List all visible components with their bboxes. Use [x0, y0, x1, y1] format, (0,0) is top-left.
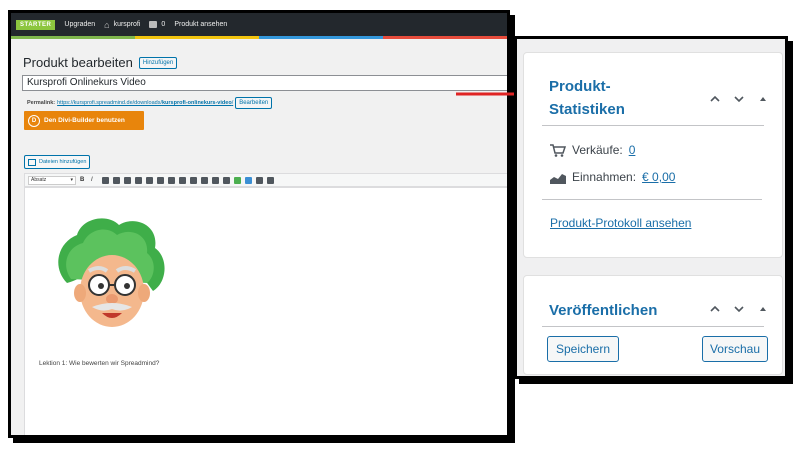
stats-divider-top [542, 125, 764, 126]
permalink-link[interactable]: https://kursprofi.spreadmind.de/download… [57, 100, 233, 106]
view-product-link[interactable]: Produkt ansehen [174, 21, 227, 28]
sales-row: Verkäufe: 0 [550, 143, 635, 157]
earnings-label: Einnahmen: [572, 170, 637, 184]
add-media-button[interactable]: Dateien hinzufügen [24, 155, 91, 169]
divi-logo-icon: D [28, 114, 40, 127]
starter-badge[interactable]: STARTER [16, 19, 56, 30]
content-text: Lektion 1: Wie bewerten wir Spreadmind? [39, 360, 160, 367]
publish-widget: Veröffentlichen Speichern Vorschau [523, 275, 783, 375]
media-icon [28, 158, 36, 166]
screenshot-stage: STARTER Upgraden ⌂ kursprofi 0 Produkt a… [0, 0, 800, 450]
mascot-illustration [58, 218, 165, 327]
permalink-slug: kursprofi-onlinekurs-video [162, 100, 232, 106]
table-icon[interactable] [256, 176, 263, 184]
sales-label: Verkäufe: [572, 143, 623, 157]
earnings-row: Einnahmen: € 0,00 [550, 170, 675, 184]
collapse-toggle-icon[interactable] [758, 91, 768, 101]
move-up-icon[interactable] [710, 301, 720, 312]
earnings-value-link[interactable]: € 0,00 [642, 170, 675, 184]
page-title-row: Produkt bearbeiten Hinzufügen [23, 55, 178, 70]
editor-panel: STARTER Upgraden ⌂ kursprofi 0 Produkt a… [8, 10, 510, 438]
permalink: Permalink: https://kursprofi.spreadmind.… [27, 97, 273, 109]
publish-widget-title: Veröffentlichen [549, 302, 658, 319]
permalink-slash: / [231, 100, 234, 106]
align-right-icon[interactable] [157, 176, 164, 184]
bold-icon[interactable]: B [80, 177, 87, 184]
fullscreen-icon[interactable] [190, 176, 197, 184]
comments-count: 0 [161, 21, 166, 28]
permalink-label: Permalink: [27, 100, 56, 106]
align-left-icon[interactable] [135, 176, 142, 184]
home-icon: ⌂ [104, 19, 110, 30]
shortcode-icon[interactable] [223, 176, 230, 184]
bullet-list-icon[interactable] [102, 176, 109, 184]
insert-dropdown-icon[interactable] [212, 176, 219, 184]
site-name: kursprofi [113, 21, 141, 28]
italic-icon[interactable]: I [91, 177, 98, 184]
comment-bubble-icon [149, 21, 158, 28]
stats-widget-title: Produkt-Statistiken [549, 78, 625, 118]
preview-button[interactable]: Vorschau [702, 336, 768, 362]
add-new-button[interactable]: Hinzufügen [138, 56, 178, 69]
sidebar-panel: Produkt-Statistiken Verkäufe: 0 Einnahme… [514, 36, 788, 379]
admin-bar: STARTER Upgraden ⌂ kursprofi 0 Produkt a… [11, 13, 507, 36]
editor-toolbar: Absatz ▾ B I [24, 173, 507, 187]
upgrade-link[interactable]: Upgraden [64, 21, 95, 28]
align-center-icon[interactable] [146, 176, 153, 184]
blockquote-icon[interactable] [124, 176, 131, 184]
move-up-icon[interactable] [710, 91, 720, 102]
add-media-label: Dateien hinzufügen [39, 159, 87, 165]
print-icon[interactable] [267, 176, 274, 184]
move-down-icon[interactable] [734, 301, 744, 313]
comments-link[interactable]: 0 [149, 21, 165, 28]
editor-body: Produkt bearbeiten Hinzufügen Kursprofi … [11, 39, 507, 435]
site-link[interactable]: ⌂ kursprofi [104, 20, 140, 30]
chevron-down-icon: ▾ [70, 176, 73, 183]
publish-widget-controls [710, 301, 768, 313]
sales-value-link[interactable]: 0 [629, 143, 636, 157]
more-tag-icon[interactable] [179, 176, 186, 184]
collapse-toggle-icon[interactable] [758, 301, 768, 311]
divider-icon[interactable] [245, 176, 252, 184]
publish-divider [542, 326, 764, 327]
divi-button-label: Den Divi-Builder benutzen [44, 117, 125, 124]
product-stats-widget: Produkt-Statistiken Verkäufe: 0 Einnahme… [523, 52, 783, 258]
permalink-url: https://kursprofi.spreadmind.de/download… [57, 100, 162, 106]
save-button[interactable]: Speichern [547, 336, 619, 362]
format-select[interactable]: Absatz ▾ [28, 175, 76, 185]
permalink-edit-button[interactable]: Bearbeiten [235, 97, 273, 109]
toolbar-toggle-icon[interactable] [201, 176, 208, 184]
color-icon[interactable] [234, 176, 241, 184]
move-down-icon[interactable] [734, 91, 744, 103]
stats-widget-controls [710, 91, 768, 103]
chart-area-icon [550, 171, 566, 184]
numbered-list-icon[interactable] [113, 176, 120, 184]
format-select-value: Absatz [31, 176, 47, 183]
stats-divider-bottom [542, 199, 762, 200]
cart-icon [550, 143, 567, 157]
page-title: Produkt bearbeiten [23, 55, 133, 70]
link-icon[interactable] [168, 176, 175, 184]
product-log-link[interactable]: Produkt-Protokoll ansehen [550, 216, 691, 230]
content-area[interactable]: Lektion 1: Wie bewerten wir Spreadmind? [24, 187, 507, 435]
product-title-input[interactable]: Kursprofi Onlinekurs Video [22, 75, 507, 91]
divi-builder-button[interactable]: D Den Divi-Builder benutzen [24, 111, 144, 130]
